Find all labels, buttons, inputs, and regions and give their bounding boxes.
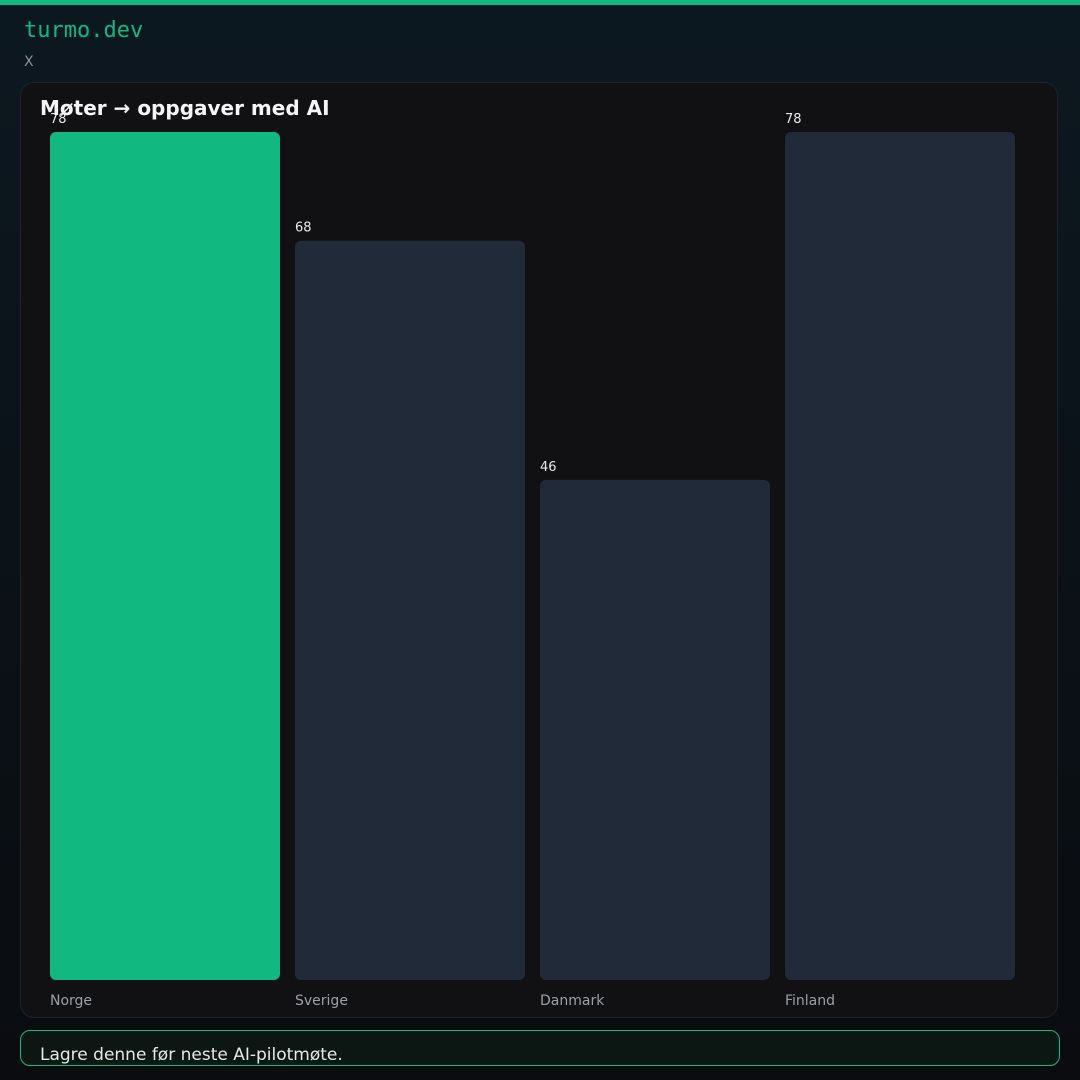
bar-finland	[785, 132, 1015, 980]
chart-title: Møter → oppgaver med AI	[40, 96, 330, 120]
bar-norge	[50, 132, 280, 980]
bar-danmark	[540, 479, 770, 980]
bar-chart: 78Norge68Sverige46Danmark78Finland	[50, 112, 1015, 1009]
category-label-danmark: Danmark	[540, 993, 605, 1009]
category-label-sverige: Sverige	[295, 993, 348, 1009]
value-label-sverige: 68	[295, 221, 312, 236]
category-label-finland: Finland	[785, 993, 835, 1009]
bar-sverige	[295, 240, 525, 980]
value-label-danmark: 46	[540, 460, 557, 475]
value-label-finland: 78	[785, 112, 802, 127]
category-label-norge: Norge	[50, 993, 92, 1009]
